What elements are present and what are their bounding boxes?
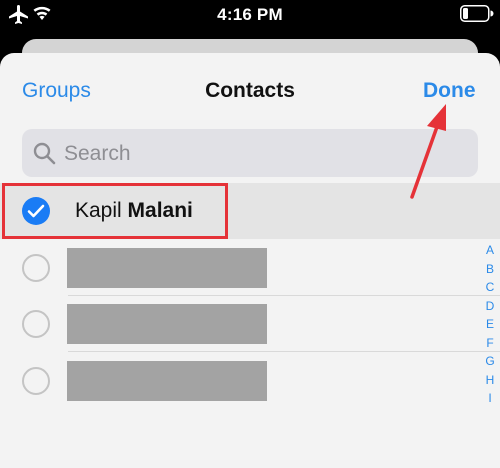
index-letter[interactable]: H [482, 371, 498, 390]
redacted-contact-name [67, 304, 267, 344]
contact-row-kapil-malani[interactable]: Kapil Malani [0, 183, 500, 239]
index-letter[interactable]: C [482, 278, 498, 297]
search-bar[interactable] [22, 129, 478, 177]
search-input[interactable] [62, 137, 466, 171]
search-icon [33, 142, 56, 165]
index-letter[interactable]: E [482, 315, 498, 334]
contact-first-name: Kapil [75, 199, 128, 222]
done-button[interactable]: Done [423, 79, 476, 103]
selected-checkmark-icon[interactable] [22, 197, 50, 225]
index-letter[interactable]: G [482, 352, 498, 371]
index-letter[interactable]: B [482, 260, 498, 279]
contact-last-name: Malani [127, 199, 193, 222]
redacted-contact-name [67, 248, 267, 288]
contact-row-redacted[interactable] [0, 240, 500, 296]
unselected-circle-icon[interactable] [22, 254, 50, 282]
index-letter[interactable]: F [482, 334, 498, 353]
groups-button[interactable]: Groups [22, 79, 91, 103]
unselected-circle-icon[interactable] [22, 367, 50, 395]
contact-name: Kapil Malani [75, 199, 193, 223]
unselected-circle-icon[interactable] [22, 310, 50, 338]
contact-row-redacted[interactable] [0, 296, 500, 352]
status-time: 4:16 PM [217, 5, 283, 24]
row-divider [68, 351, 500, 352]
section-index[interactable]: A B C D E F G H I [482, 241, 498, 408]
redacted-contact-name [67, 361, 267, 401]
index-letter[interactable]: A [482, 241, 498, 260]
index-letter[interactable]: I [482, 389, 498, 408]
contact-row-redacted[interactable] [0, 353, 500, 409]
battery-icon [460, 5, 494, 22]
status-bar: 4:16 PM [0, 0, 500, 34]
index-letter[interactable]: D [482, 297, 498, 316]
